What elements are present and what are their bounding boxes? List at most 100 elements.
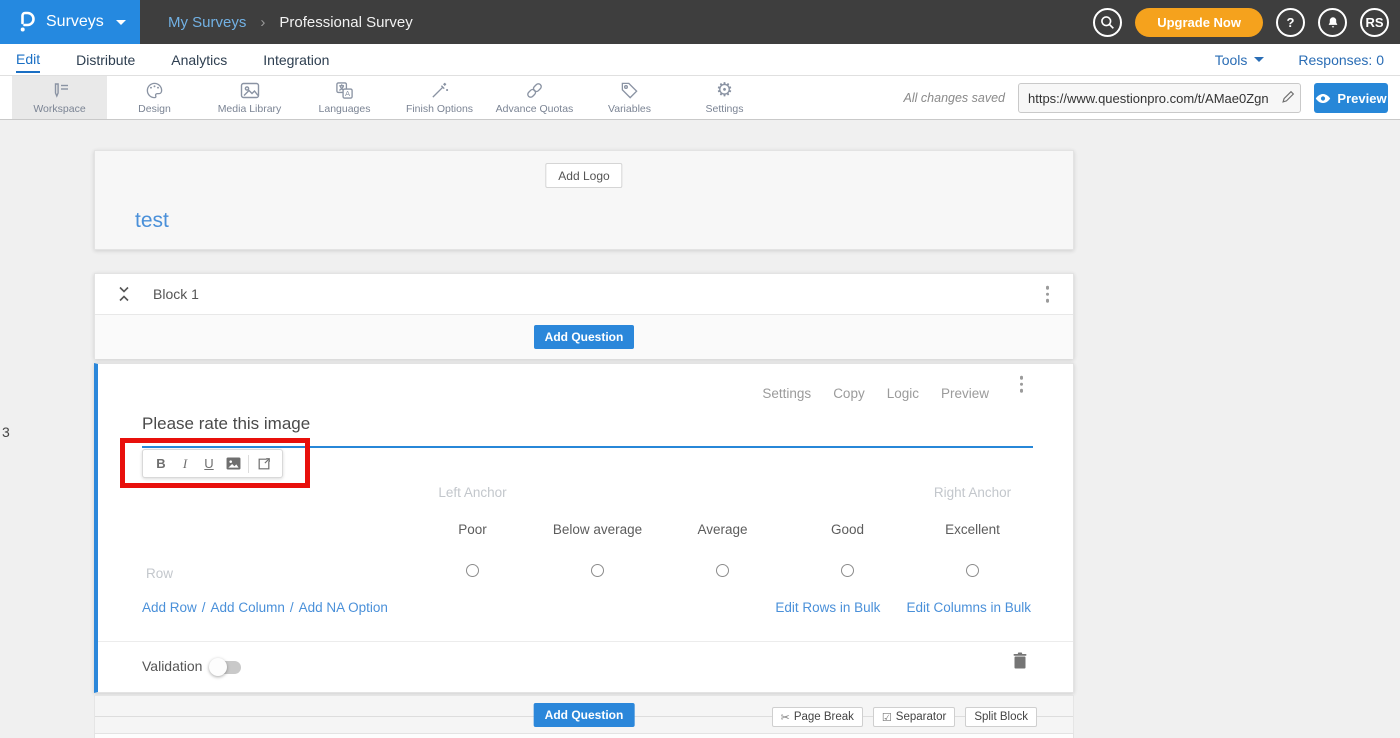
question-copy-link[interactable]: Copy bbox=[833, 386, 865, 401]
split-block-button[interactable]: Split Block bbox=[965, 707, 1037, 727]
separator-button[interactable]: ☑Separator bbox=[873, 707, 955, 727]
edit-url-button[interactable] bbox=[1281, 89, 1296, 109]
toolbar-item-label: Variables bbox=[608, 103, 651, 115]
search-icon bbox=[1100, 15, 1115, 30]
block-tools: ✂ Page Break ☑Separator Split Block bbox=[772, 707, 1037, 727]
toolbar-item-languages[interactable]: A Languages bbox=[297, 76, 392, 119]
tab-edit[interactable]: Edit bbox=[16, 46, 40, 73]
column-header[interactable]: Excellent bbox=[910, 522, 1035, 537]
survey-editor-page: Surveys My Surveys › Professional Survey… bbox=[0, 0, 1400, 738]
radio-button[interactable] bbox=[966, 564, 979, 577]
radio-button[interactable] bbox=[591, 564, 604, 577]
toolbar-item-label: Advance Quotas bbox=[496, 103, 574, 115]
tag-icon bbox=[620, 81, 639, 101]
toolbar-item-media-library[interactable]: Media Library bbox=[202, 76, 297, 119]
toolbar-item-settings[interactable]: ⚙ Settings bbox=[677, 76, 772, 119]
toolbar-item-variables[interactable]: Variables bbox=[582, 76, 677, 119]
separator-label: Separator bbox=[896, 711, 947, 723]
question-text[interactable]: Please rate this image bbox=[142, 414, 310, 434]
collapse-block-button[interactable] bbox=[117, 286, 131, 307]
tab-integration[interactable]: Integration bbox=[263, 47, 329, 72]
column-header[interactable]: Good bbox=[785, 522, 910, 537]
header-actions: Upgrade Now ? RS bbox=[1093, 0, 1389, 44]
save-status: All changes saved bbox=[904, 91, 1005, 105]
tab-distribute[interactable]: Distribute bbox=[76, 47, 135, 72]
block-title[interactable]: Block 1 bbox=[153, 286, 199, 302]
delete-question-button[interactable] bbox=[1013, 652, 1027, 674]
chevron-down-icon bbox=[1254, 57, 1264, 62]
eye-icon bbox=[1315, 93, 1331, 104]
survey-title[interactable]: test bbox=[135, 209, 169, 233]
question-menu: Settings Copy Logic Preview bbox=[762, 386, 989, 401]
question-menu-button[interactable] bbox=[1020, 376, 1024, 393]
block-card: Block 1 Add Question bbox=[94, 273, 1074, 359]
breadcrumb-current: Professional Survey bbox=[279, 14, 412, 31]
breadcrumb-my-surveys[interactable]: My Surveys bbox=[168, 14, 246, 31]
breadcrumb-separator-icon: › bbox=[260, 14, 265, 31]
search-button[interactable] bbox=[1093, 8, 1122, 37]
magic-wand-icon bbox=[430, 81, 449, 101]
question-preview-link[interactable]: Preview bbox=[941, 386, 989, 401]
toolbar-item-label: Languages bbox=[319, 103, 371, 115]
radio-button[interactable] bbox=[841, 564, 854, 577]
anchor-row: Left Anchor Right Anchor bbox=[410, 484, 1035, 502]
block-add-question-row: Add Question bbox=[95, 315, 1073, 359]
toolbar-item-design[interactable]: Design bbox=[107, 76, 202, 119]
toolbar-item-workspace[interactable]: Workspace bbox=[12, 76, 107, 119]
survey-url-input[interactable] bbox=[1018, 83, 1301, 113]
scissors-icon: ✂ bbox=[781, 711, 790, 724]
column-header[interactable]: Average bbox=[660, 522, 785, 537]
toolbar-item-advance-quotas[interactable]: Advance Quotas bbox=[487, 76, 582, 119]
tab-analytics[interactable]: Analytics bbox=[171, 47, 227, 72]
toolbar-item-label: Media Library bbox=[218, 103, 282, 115]
edit-rows-bulk-link[interactable]: Edit Rows in Bulk bbox=[775, 600, 880, 615]
upgrade-now-button[interactable]: Upgrade Now bbox=[1135, 8, 1263, 37]
divider bbox=[98, 641, 1073, 642]
row-label-field[interactable]: Row bbox=[146, 566, 173, 581]
notifications-button[interactable] bbox=[1318, 8, 1347, 37]
editor-toolbar: Workspace Design Media Library A Languag… bbox=[0, 76, 1400, 120]
add-row-link[interactable]: Add Row bbox=[142, 600, 197, 615]
page-break-button[interactable]: ✂ Page Break bbox=[772, 707, 863, 727]
block-footer: Add Question ✂ Page Break ☑Separator Spli… bbox=[94, 695, 1074, 738]
preview-button[interactable]: Preview bbox=[1314, 83, 1388, 113]
question-logic-link[interactable]: Logic bbox=[887, 386, 919, 401]
add-column-link[interactable]: Add Column bbox=[211, 600, 285, 615]
breadcrumb: My Surveys › Professional Survey bbox=[168, 0, 413, 44]
add-na-option-link[interactable]: Add NA Option bbox=[299, 600, 388, 615]
toolbar-item-label: Finish Options bbox=[406, 103, 473, 115]
validation-toggle[interactable] bbox=[211, 661, 241, 674]
toolbar-item-label: Design bbox=[138, 103, 171, 115]
radio-row bbox=[410, 564, 1035, 582]
product-switcher[interactable]: Surveys bbox=[0, 0, 140, 44]
left-anchor-field[interactable]: Left Anchor bbox=[438, 485, 506, 500]
edit-columns-bulk-link[interactable]: Edit Columns in Bulk bbox=[906, 600, 1031, 615]
next-section-edge bbox=[94, 733, 1074, 738]
workspace-icon bbox=[50, 81, 70, 101]
chain-link-icon bbox=[525, 81, 544, 101]
column-header[interactable]: Below average bbox=[535, 522, 660, 537]
validation-label: Validation bbox=[142, 658, 202, 674]
add-question-button[interactable]: Add Question bbox=[534, 325, 635, 349]
survey-header-card: Add Logo test bbox=[94, 150, 1074, 250]
responses-count[interactable]: Responses: 0 bbox=[1298, 52, 1384, 68]
toolbar-item-finish-options[interactable]: Finish Options bbox=[392, 76, 487, 119]
palette-icon bbox=[145, 81, 164, 101]
right-anchor-field[interactable]: Right Anchor bbox=[934, 485, 1011, 500]
radio-button[interactable] bbox=[466, 564, 479, 577]
chevron-down-icon bbox=[116, 20, 126, 25]
avatar[interactable]: RS bbox=[1360, 8, 1389, 37]
main-tabs: Edit Distribute Analytics Integration To… bbox=[0, 44, 1400, 76]
add-links: Add Row/Add Column/Add NA Option bbox=[142, 600, 388, 615]
help-button[interactable]: ? bbox=[1276, 8, 1305, 37]
preview-label: Preview bbox=[1337, 91, 1386, 106]
add-logo-button[interactable]: Add Logo bbox=[545, 163, 622, 188]
page-break-label: Page Break bbox=[794, 711, 854, 723]
add-question-button-bottom[interactable]: Add Question bbox=[534, 703, 635, 727]
column-header[interactable]: Poor bbox=[410, 522, 535, 537]
question-settings-link[interactable]: Settings bbox=[762, 386, 811, 401]
radio-button[interactable] bbox=[716, 564, 729, 577]
column-headers-row: Poor Below average Average Good Excellen… bbox=[410, 522, 1035, 537]
block-menu-button[interactable] bbox=[1046, 286, 1050, 303]
tools-menu[interactable]: Tools bbox=[1215, 52, 1265, 68]
